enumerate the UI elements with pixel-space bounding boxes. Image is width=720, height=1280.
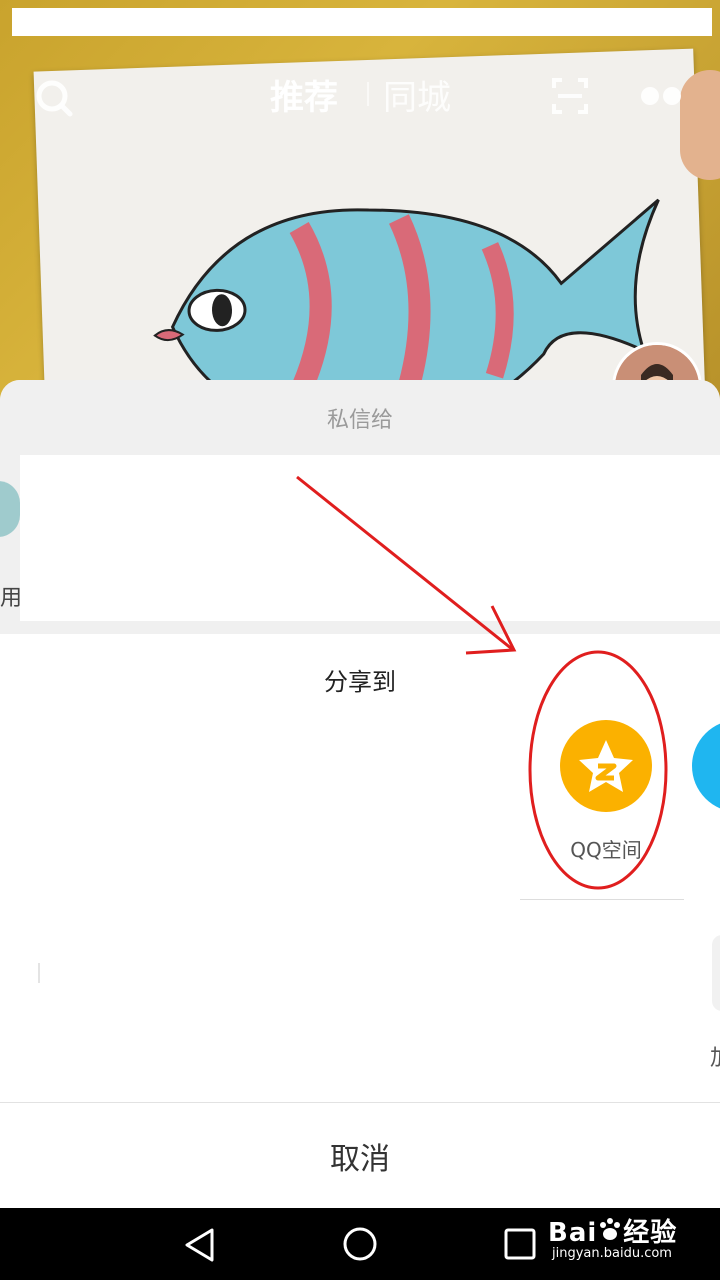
video-background[interactable]: 推荐 同城 <box>0 0 720 400</box>
tab-recommend[interactable]: 推荐 <box>270 70 338 119</box>
action-row-mask-edge <box>38 963 40 983</box>
tab-local[interactable]: 同城 <box>383 70 451 119</box>
action-item-peek[interactable] <box>712 935 720 1011</box>
tab-divider <box>367 82 369 106</box>
home-icon[interactable] <box>342 1226 378 1262</box>
share-sheet: 私信给 用 分享到 QQ空间 加 取消 <box>0 380 720 1208</box>
paw-icon <box>600 1218 621 1240</box>
contact-avatar[interactable] <box>0 481 20 537</box>
status-bar-mask <box>12 8 712 36</box>
share-to-title: 分享到 <box>324 668 396 696</box>
share-item-next-app[interactable] <box>692 720 720 812</box>
contact-list-mask <box>20 455 720 621</box>
cancel-button[interactable]: 取消 <box>0 1103 720 1208</box>
search-icon[interactable] <box>34 78 74 118</box>
more-icon[interactable] <box>640 85 682 107</box>
watermark-url: jingyan.baidu.com <box>552 1246 672 1261</box>
row-divider <box>520 899 684 900</box>
watermark-brand: Bai 经验 <box>548 1218 678 1248</box>
direct-message-title: 私信给 <box>326 408 393 433</box>
recents-icon[interactable] <box>503 1227 537 1261</box>
contact-name: 用 <box>0 586 20 611</box>
qzone-star-icon <box>579 740 633 792</box>
qzone-icon-circle[interactable] <box>560 720 652 812</box>
top-navigation: 推荐 同城 <box>0 60 720 130</box>
back-icon[interactable] <box>182 1226 218 1264</box>
direct-message-section: 私信给 用 <box>0 380 720 634</box>
scan-icon[interactable] <box>550 76 590 116</box>
action-label-peek: 加 <box>710 1040 720 1072</box>
qzone-label: QQ空间 <box>570 838 642 862</box>
